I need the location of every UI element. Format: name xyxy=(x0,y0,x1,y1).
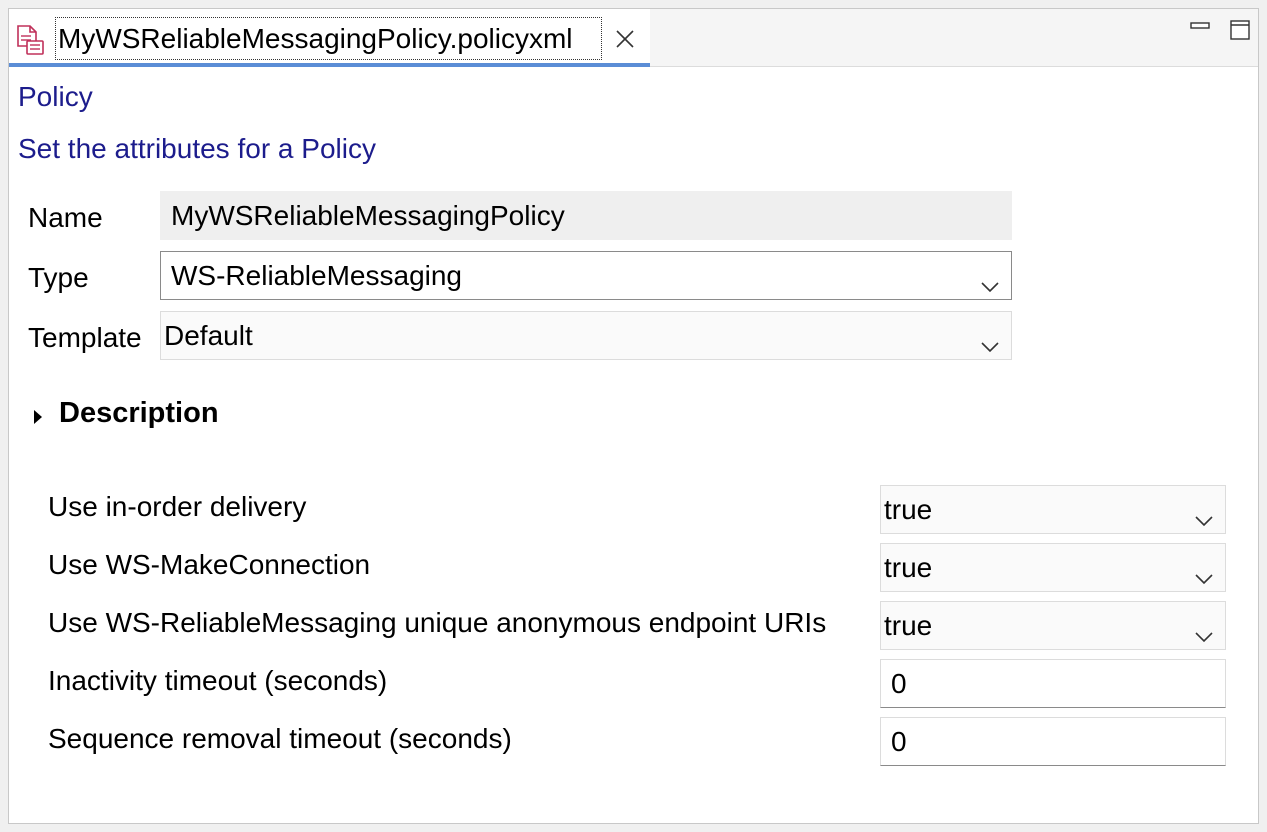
close-icon[interactable] xyxy=(613,27,637,51)
anonymous-uris-select[interactable]: true xyxy=(880,601,1226,650)
editor-tab-bar: MyWSReliableMessagingPolicy.policyxml xyxy=(9,9,1258,67)
chevron-down-icon xyxy=(1193,615,1215,643)
page-subtitle: Set the attributes for a Policy xyxy=(18,133,376,164)
editor-window: MyWSReliableMessagingPolicy.policyxml Po… xyxy=(8,8,1259,824)
page-title: Policy xyxy=(18,81,93,112)
type-select-value: WS-ReliableMessaging xyxy=(171,260,463,291)
in-order-delivery-select[interactable]: true xyxy=(880,485,1226,534)
chevron-down-icon xyxy=(1193,557,1215,585)
tab-title: MyWSReliableMessagingPolicy.policyxml xyxy=(55,17,602,60)
chevron-down-icon xyxy=(1193,499,1215,527)
anonymous-uris-value: true xyxy=(884,610,933,641)
type-label: Type xyxy=(28,262,89,293)
template-select[interactable]: Default xyxy=(160,311,1012,360)
sequence-removal-timeout-label: Sequence removal timeout (seconds) xyxy=(48,723,512,754)
maximize-icon[interactable] xyxy=(1229,19,1251,41)
name-field: MyWSReliableMessagingPolicy xyxy=(160,191,1012,240)
in-order-delivery-value: true xyxy=(884,494,933,525)
make-connection-label: Use WS-MakeConnection xyxy=(48,549,371,580)
type-select[interactable]: WS-ReliableMessaging xyxy=(160,251,1012,300)
chevron-down-icon xyxy=(979,265,1001,293)
policy-editor-content: Policy Set the attributes for a Policy N… xyxy=(9,67,1258,823)
policy-file-icon xyxy=(15,24,47,56)
anonymous-uris-label: Use WS-ReliableMessaging unique anonymou… xyxy=(48,607,827,638)
sequence-removal-timeout-input[interactable]: 0 xyxy=(880,717,1226,766)
name-label: Name xyxy=(28,202,103,233)
template-select-value: Default xyxy=(164,320,253,351)
inactivity-timeout-label: Inactivity timeout (seconds) xyxy=(48,665,388,696)
inactivity-timeout-input[interactable]: 0 xyxy=(880,659,1226,708)
description-title: Description xyxy=(59,397,219,429)
chevron-down-icon xyxy=(979,325,1001,353)
template-label: Template xyxy=(28,322,142,353)
minimize-icon[interactable] xyxy=(1189,19,1211,41)
expand-arrow-icon xyxy=(31,408,45,426)
make-connection-select[interactable]: true xyxy=(880,543,1226,592)
make-connection-value: true xyxy=(884,552,933,583)
in-order-delivery-label: Use in-order delivery xyxy=(48,491,307,522)
tab-policyxml-file[interactable]: MyWSReliableMessagingPolicy.policyxml xyxy=(9,9,650,67)
